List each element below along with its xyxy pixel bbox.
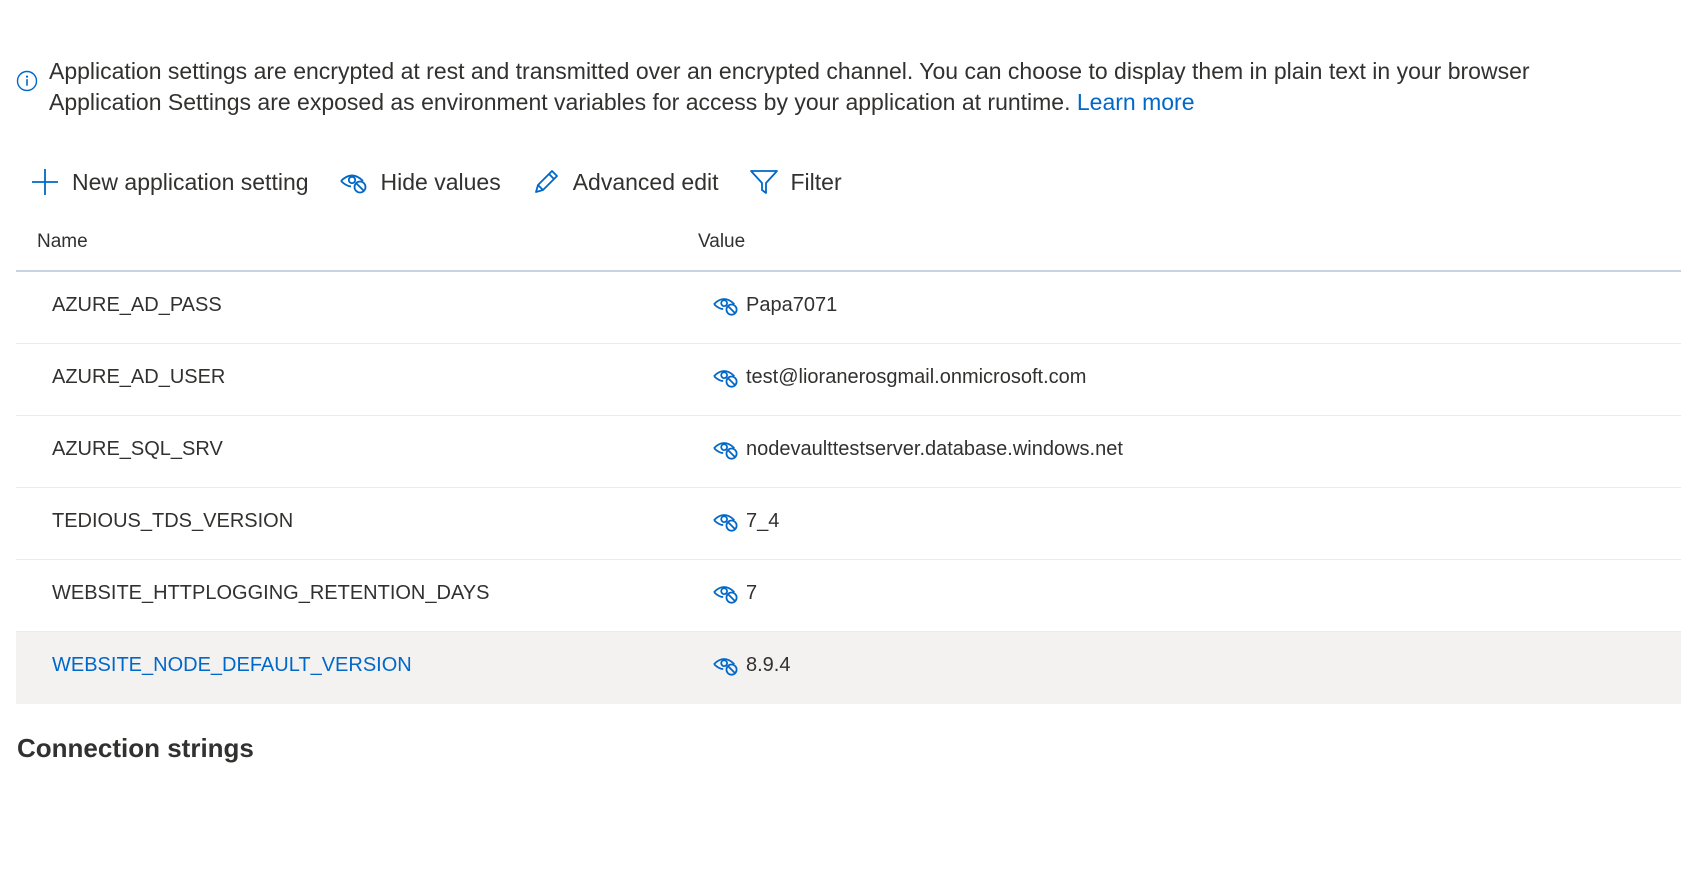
- info-banner: Application settings are encrypted at re…: [16, 56, 1676, 118]
- hide-values-button[interactable]: Hide values: [339, 160, 501, 204]
- new-application-setting-label: New application setting: [72, 168, 309, 195]
- hide-values-label: Hide values: [380, 168, 501, 195]
- setting-value: test@lioranerosgmail.onmicrosoft.com: [746, 365, 1087, 388]
- app-settings-grid: Name Value AZURE_AD_PASS Papa7071 AZURE_…: [16, 214, 1681, 704]
- filter-button[interactable]: Filter: [749, 160, 842, 204]
- new-application-setting-button[interactable]: New application setting: [30, 160, 309, 204]
- setting-value-cell: 7: [712, 581, 757, 605]
- setting-value-cell: Papa7071: [712, 293, 837, 317]
- connection-strings-heading: Connection strings: [17, 733, 254, 763]
- column-header-name[interactable]: Name: [37, 231, 88, 253]
- grid-header: Name Value: [16, 214, 1681, 272]
- setting-value-cell: 8.9.4: [712, 653, 790, 677]
- plus-icon: [32, 169, 58, 195]
- table-row[interactable]: AZURE_SQL_SRV nodevaulttestserver.databa…: [16, 416, 1681, 488]
- setting-value-cell: 7_4: [712, 509, 779, 533]
- setting-name[interactable]: AZURE_AD_PASS: [52, 294, 222, 317]
- advanced-edit-label: Advanced edit: [572, 168, 719, 195]
- eye-hide-icon[interactable]: [712, 653, 740, 677]
- info-line-2-text: Application Settings are exposed as envi…: [49, 89, 1077, 115]
- setting-value-cell: nodevaulttestserver.database.windows.net: [712, 437, 1123, 461]
- column-header-value[interactable]: Value: [698, 231, 745, 253]
- table-row[interactable]: AZURE_AD_PASS Papa7071: [16, 272, 1681, 344]
- setting-name[interactable]: WEBSITE_HTTPLOGGING_RETENTION_DAYS: [52, 582, 489, 605]
- eye-hide-icon[interactable]: [712, 293, 740, 317]
- setting-value: 7_4: [746, 509, 780, 532]
- setting-name[interactable]: AZURE_SQL_SRV: [52, 438, 223, 461]
- table-row[interactable]: AZURE_AD_USER test@lioranerosgmail.onmic…: [16, 344, 1681, 416]
- setting-value: Papa7071: [746, 293, 838, 316]
- info-line-2: Application Settings are exposed as envi…: [49, 87, 1530, 118]
- setting-value: 7: [746, 581, 758, 604]
- eye-hide-icon[interactable]: [712, 509, 740, 533]
- eye-hide-icon: [339, 174, 366, 194]
- eye-hide-icon[interactable]: [712, 365, 740, 389]
- toolbar: New application setting Hide values Adva…: [30, 160, 872, 204]
- filter-icon: [749, 170, 778, 194]
- pencil-icon: [534, 170, 558, 193]
- setting-name[interactable]: TEDIOUS_TDS_VERSION: [52, 510, 293, 533]
- info-text: Application settings are encrypted at re…: [49, 56, 1530, 118]
- advanced-edit-button[interactable]: Advanced edit: [531, 160, 719, 204]
- setting-name[interactable]: WEBSITE_NODE_DEFAULT_VERSION: [52, 654, 412, 677]
- table-row[interactable]: WEBSITE_HTTPLOGGING_RETENTION_DAYS 7: [16, 560, 1681, 632]
- setting-value: nodevaulttestserver.database.windows.net: [746, 437, 1123, 460]
- learn-more-link[interactable]: Learn more: [1077, 89, 1195, 115]
- setting-value: 8.9.4: [746, 653, 791, 676]
- eye-hide-icon[interactable]: [712, 581, 740, 605]
- info-icon: [16, 70, 38, 92]
- table-row[interactable]: TEDIOUS_TDS_VERSION 7_4: [16, 488, 1681, 560]
- info-line-1: Application settings are encrypted at re…: [49, 58, 1530, 84]
- eye-hide-icon[interactable]: [712, 437, 740, 461]
- setting-name[interactable]: AZURE_AD_USER: [52, 366, 225, 389]
- table-row[interactable]: WEBSITE_NODE_DEFAULT_VERSION 8.9.4: [16, 632, 1681, 704]
- setting-value-cell: test@lioranerosgmail.onmicrosoft.com: [712, 365, 1086, 389]
- filter-label: Filter: [790, 168, 842, 195]
